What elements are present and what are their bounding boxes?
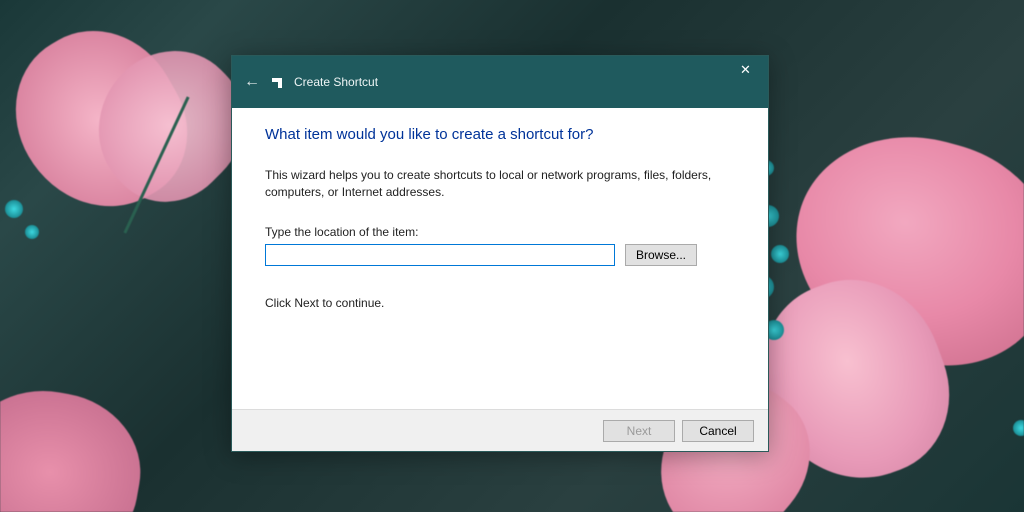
continue-text: Click Next to continue. [265, 296, 735, 310]
flower-bud [25, 225, 39, 239]
back-arrow-icon[interactable]: ← [244, 73, 260, 91]
flower-petal [0, 378, 153, 512]
description-text: This wizard helps you to create shortcut… [265, 167, 725, 201]
shortcut-icon [272, 78, 282, 88]
titlebar[interactable]: ← Create Shortcut ✕ [232, 56, 768, 108]
dialog-footer: Next Cancel [232, 409, 768, 451]
close-icon: ✕ [740, 62, 751, 78]
headline: What item would you like to create a sho… [265, 126, 735, 143]
dialog-content: What item would you like to create a sho… [232, 108, 768, 409]
browse-button[interactable]: Browse... [625, 244, 697, 266]
flower-bud [1013, 420, 1024, 436]
flower-bud [771, 245, 789, 263]
close-button[interactable]: ✕ [723, 56, 768, 84]
window-title: Create Shortcut [294, 75, 378, 89]
location-label: Type the location of the item: [265, 225, 735, 239]
location-input[interactable] [265, 244, 615, 266]
flower-bud [5, 200, 23, 218]
create-shortcut-dialog: ← Create Shortcut ✕ What item would you … [231, 55, 769, 452]
cancel-button[interactable]: Cancel [682, 420, 754, 442]
next-button[interactable]: Next [603, 420, 675, 442]
